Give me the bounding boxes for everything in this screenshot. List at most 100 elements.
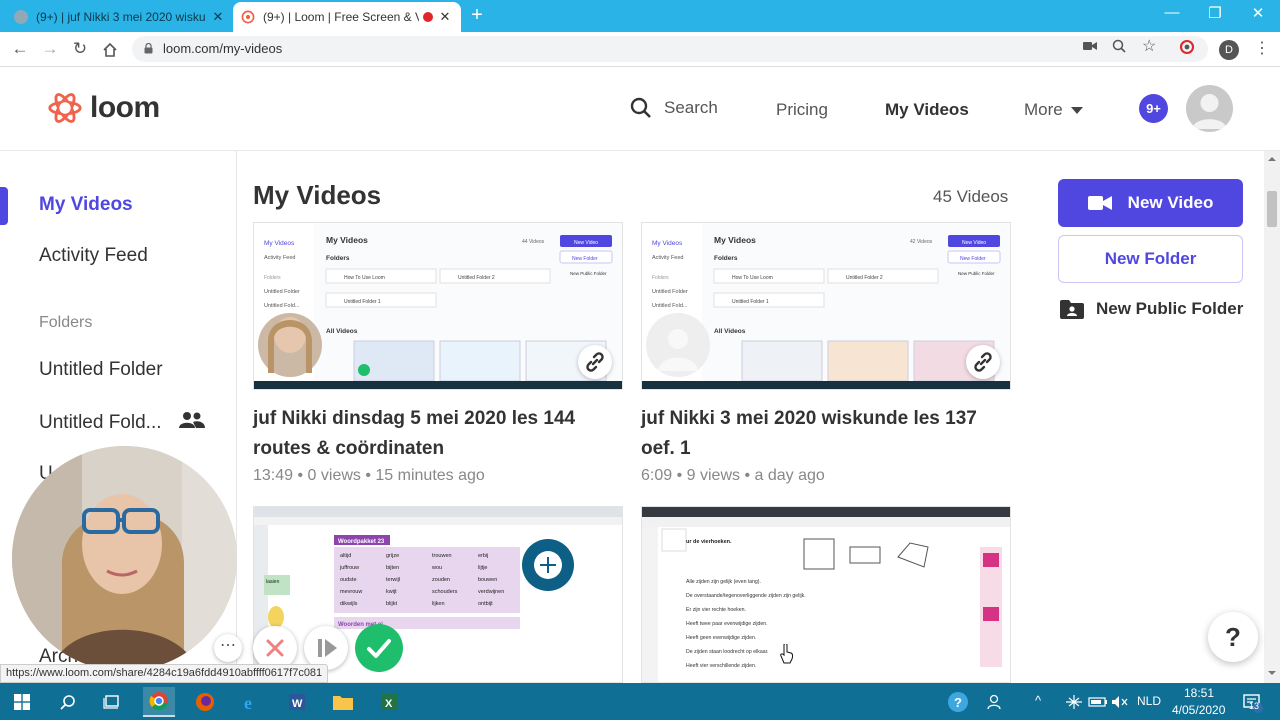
thumbnail-rule: De overstaande/tegenoverliggende zijden … [686,593,806,599]
forward-arrow-icon[interactable]: → [38,38,62,62]
video-age: 15 minutes ago [375,467,485,484]
scroll-down-arrow-icon[interactable] [1264,667,1280,679]
scrollbar-thumb[interactable] [1267,191,1277,227]
svg-text:Untitled Folder 1: Untitled Folder 1 [344,299,381,305]
close-window-button[interactable]: ✕ [1238,4,1278,22]
nav-pricing[interactable]: Pricing [776,100,828,120]
thumbnail-word: trouwen [432,553,452,559]
thumbnail-word: bijten [386,565,399,571]
browser-profile-avatar[interactable]: D [1219,40,1239,60]
taskbar-search-icon[interactable] [52,687,84,717]
minimize-button[interactable]: — [1152,4,1192,21]
bookmark-star-icon[interactable]: ☆ [1142,36,1156,56]
svg-text:Activity Feed: Activity Feed [652,255,683,261]
new-folder-label: New Folder [1104,249,1197,268]
reload-icon[interactable]: ↻ [68,38,92,62]
browser-menu-icon[interactable]: ⋮ [1254,38,1270,58]
tab-close-icon[interactable]: ✕ [437,9,453,25]
volume-muted-tray-icon[interactable] [1104,687,1136,717]
video-thumbnail[interactable]: ur de vierhoeken. Alle zijden zijn gelij… [641,506,1011,683]
finish-recording-button[interactable] [355,624,403,672]
webcam-bubble[interactable] [12,446,237,671]
new-video-button[interactable]: New Video [1058,179,1243,227]
new-video-label: New Video [1127,193,1214,212]
page-scrollbar[interactable] [1264,151,1280,683]
meta-separator: • [297,467,308,484]
video-title[interactable]: juf Nikki dinsdag 5 mei 2020 les 144 rou… [253,404,633,464]
video-thumbnail[interactable]: My Videos Activity Feed Folders Untitled… [641,222,1011,390]
sidebar-folder-shared[interactable]: Untitled Fold... [39,411,205,434]
new-public-folder-button[interactable]: New Public Folder [1060,299,1243,319]
search-label: Search [664,98,718,117]
ie-taskbar-icon[interactable]: e [235,687,267,717]
file-explorer-taskbar-icon[interactable] [327,687,359,717]
thumbnail-rule: Heeft vier verschillende zijden. [686,663,756,669]
maximize-button[interactable]: ❐ [1195,4,1235,22]
thumbnail-word: juffrouw [339,565,359,571]
thumbnail-preview-image: My Videos Activity Feed Folders Untitled… [254,223,622,389]
task-view-icon[interactable] [96,687,128,717]
firefox-taskbar-icon[interactable] [189,687,221,717]
nav-my-videos[interactable]: My Videos [885,100,969,120]
sidebar-item-activity-feed[interactable]: Activity Feed [39,245,148,267]
thumbnail-word: ontbijt [478,601,493,607]
new-public-folder-label: New Public Folder [1096,299,1244,318]
clock-date[interactable]: 4/05/2020 [1172,703,1225,717]
svg-text:e: e [244,693,252,712]
search-button[interactable]: Search [630,97,718,119]
meta-separator: • [365,467,376,484]
people-tray-icon[interactable] [980,687,1012,717]
video-thumbnail[interactable]: My Videos Activity Feed Folders Untitled… [253,222,623,390]
input-language[interactable]: NLD [1137,694,1161,708]
clock-time[interactable]: 18:51 [1184,686,1214,700]
new-folder-button[interactable]: New Folder [1058,235,1243,283]
home-icon[interactable] [98,38,122,62]
svg-text:42 Videos: 42 Videos [910,239,933,245]
browser-tab-active[interactable]: (9+) | Loom | Free Screen & V ✕ [233,2,461,32]
help-button[interactable]: ? [1208,612,1258,662]
logo-text: loom [90,91,160,124]
address-bar[interactable]: loom.com/my-videos [132,36,1208,62]
svg-text:X: X [385,698,393,710]
recorder-more-button[interactable]: ⋯ [214,634,242,662]
excel-taskbar-icon[interactable]: X [373,687,405,717]
svg-text:Untitled Folder 2: Untitled Folder 2 [846,275,883,281]
screen: (9+) | juf Nikki 3 mei 2020 wiskun ✕ (9+… [0,0,1280,720]
browser-tab-inactive[interactable]: (9+) | juf Nikki 3 mei 2020 wiskun ✕ [6,2,234,32]
scroll-up-arrow-icon[interactable] [1264,153,1280,165]
browser-tab-strip: (9+) | juf Nikki 3 mei 2020 wiskun ✕ (9+… [0,0,1280,32]
back-arrow-icon[interactable]: ← [8,38,32,62]
svg-text:Untitled Folder: Untitled Folder [652,289,688,295]
copy-link-button[interactable] [966,345,1000,379]
tab-title: (9+) | Loom | Free Screen & V [263,10,419,24]
browser-toolbar: ← → ↻ loom.com/my-videos ☆ [0,32,1280,67]
chrome-taskbar-icon[interactable] [143,687,175,717]
notification-badge[interactable]: 9+ [1139,94,1168,123]
thumbnail-word: lijtje [478,565,487,571]
svg-text:New Video: New Video [962,240,986,246]
loom-logo[interactable]: loom [46,89,160,127]
video-duration: 6:09 [641,467,673,484]
video-duration: 13:49 [253,467,294,484]
copy-link-button[interactable] [578,345,612,379]
camera-icon[interactable] [1083,39,1097,54]
svg-text:Untitled Folder 1: Untitled Folder 1 [732,299,769,305]
new-tab-button[interactable]: + [466,4,488,27]
windows-start-icon[interactable] [6,687,38,717]
sidebar-folder-untitled[interactable]: Untitled Folder [39,359,163,381]
user-avatar[interactable] [1186,85,1233,132]
loom-logo-icon [48,93,82,123]
show-hidden-icons-icon[interactable]: ^ [1035,693,1041,708]
word-taskbar-icon[interactable]: W [281,687,313,717]
svg-text:New Public Folder: New Public Folder [570,271,607,276]
zoom-icon[interactable] [1112,39,1126,56]
webcam-person-image [12,446,237,671]
help-tray-icon[interactable]: ? [942,687,974,717]
tab-close-icon[interactable]: ✕ [210,9,226,25]
sidebar-item-my-videos[interactable]: My Videos [39,194,133,216]
svg-text:Untitled Fold...: Untitled Fold... [264,303,300,309]
loom-extension-icon[interactable] [1179,39,1195,58]
nav-more[interactable]: More [1024,100,1084,120]
thumbnail-rule: Heeft geen evenwijdige zijden. [686,635,756,641]
video-title[interactable]: juf Nikki 3 mei 2020 wiskunde les 137 oe… [641,404,1021,464]
